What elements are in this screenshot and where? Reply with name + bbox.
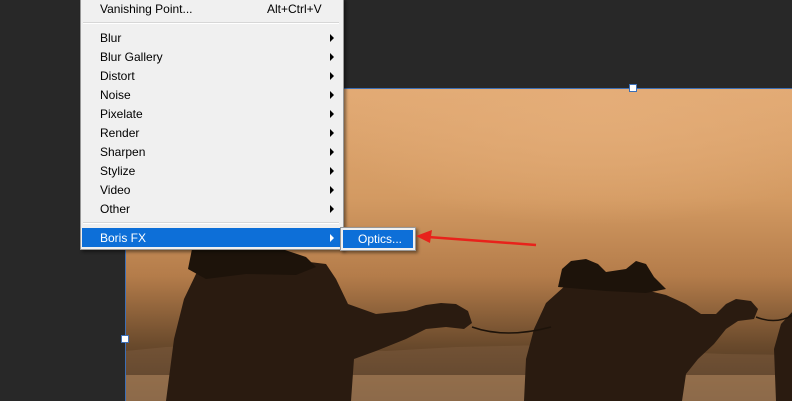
annotation-arrow [416, 230, 537, 247]
annotation-arrow-line [427, 235, 537, 247]
annotation-arrow-head [416, 230, 432, 243]
